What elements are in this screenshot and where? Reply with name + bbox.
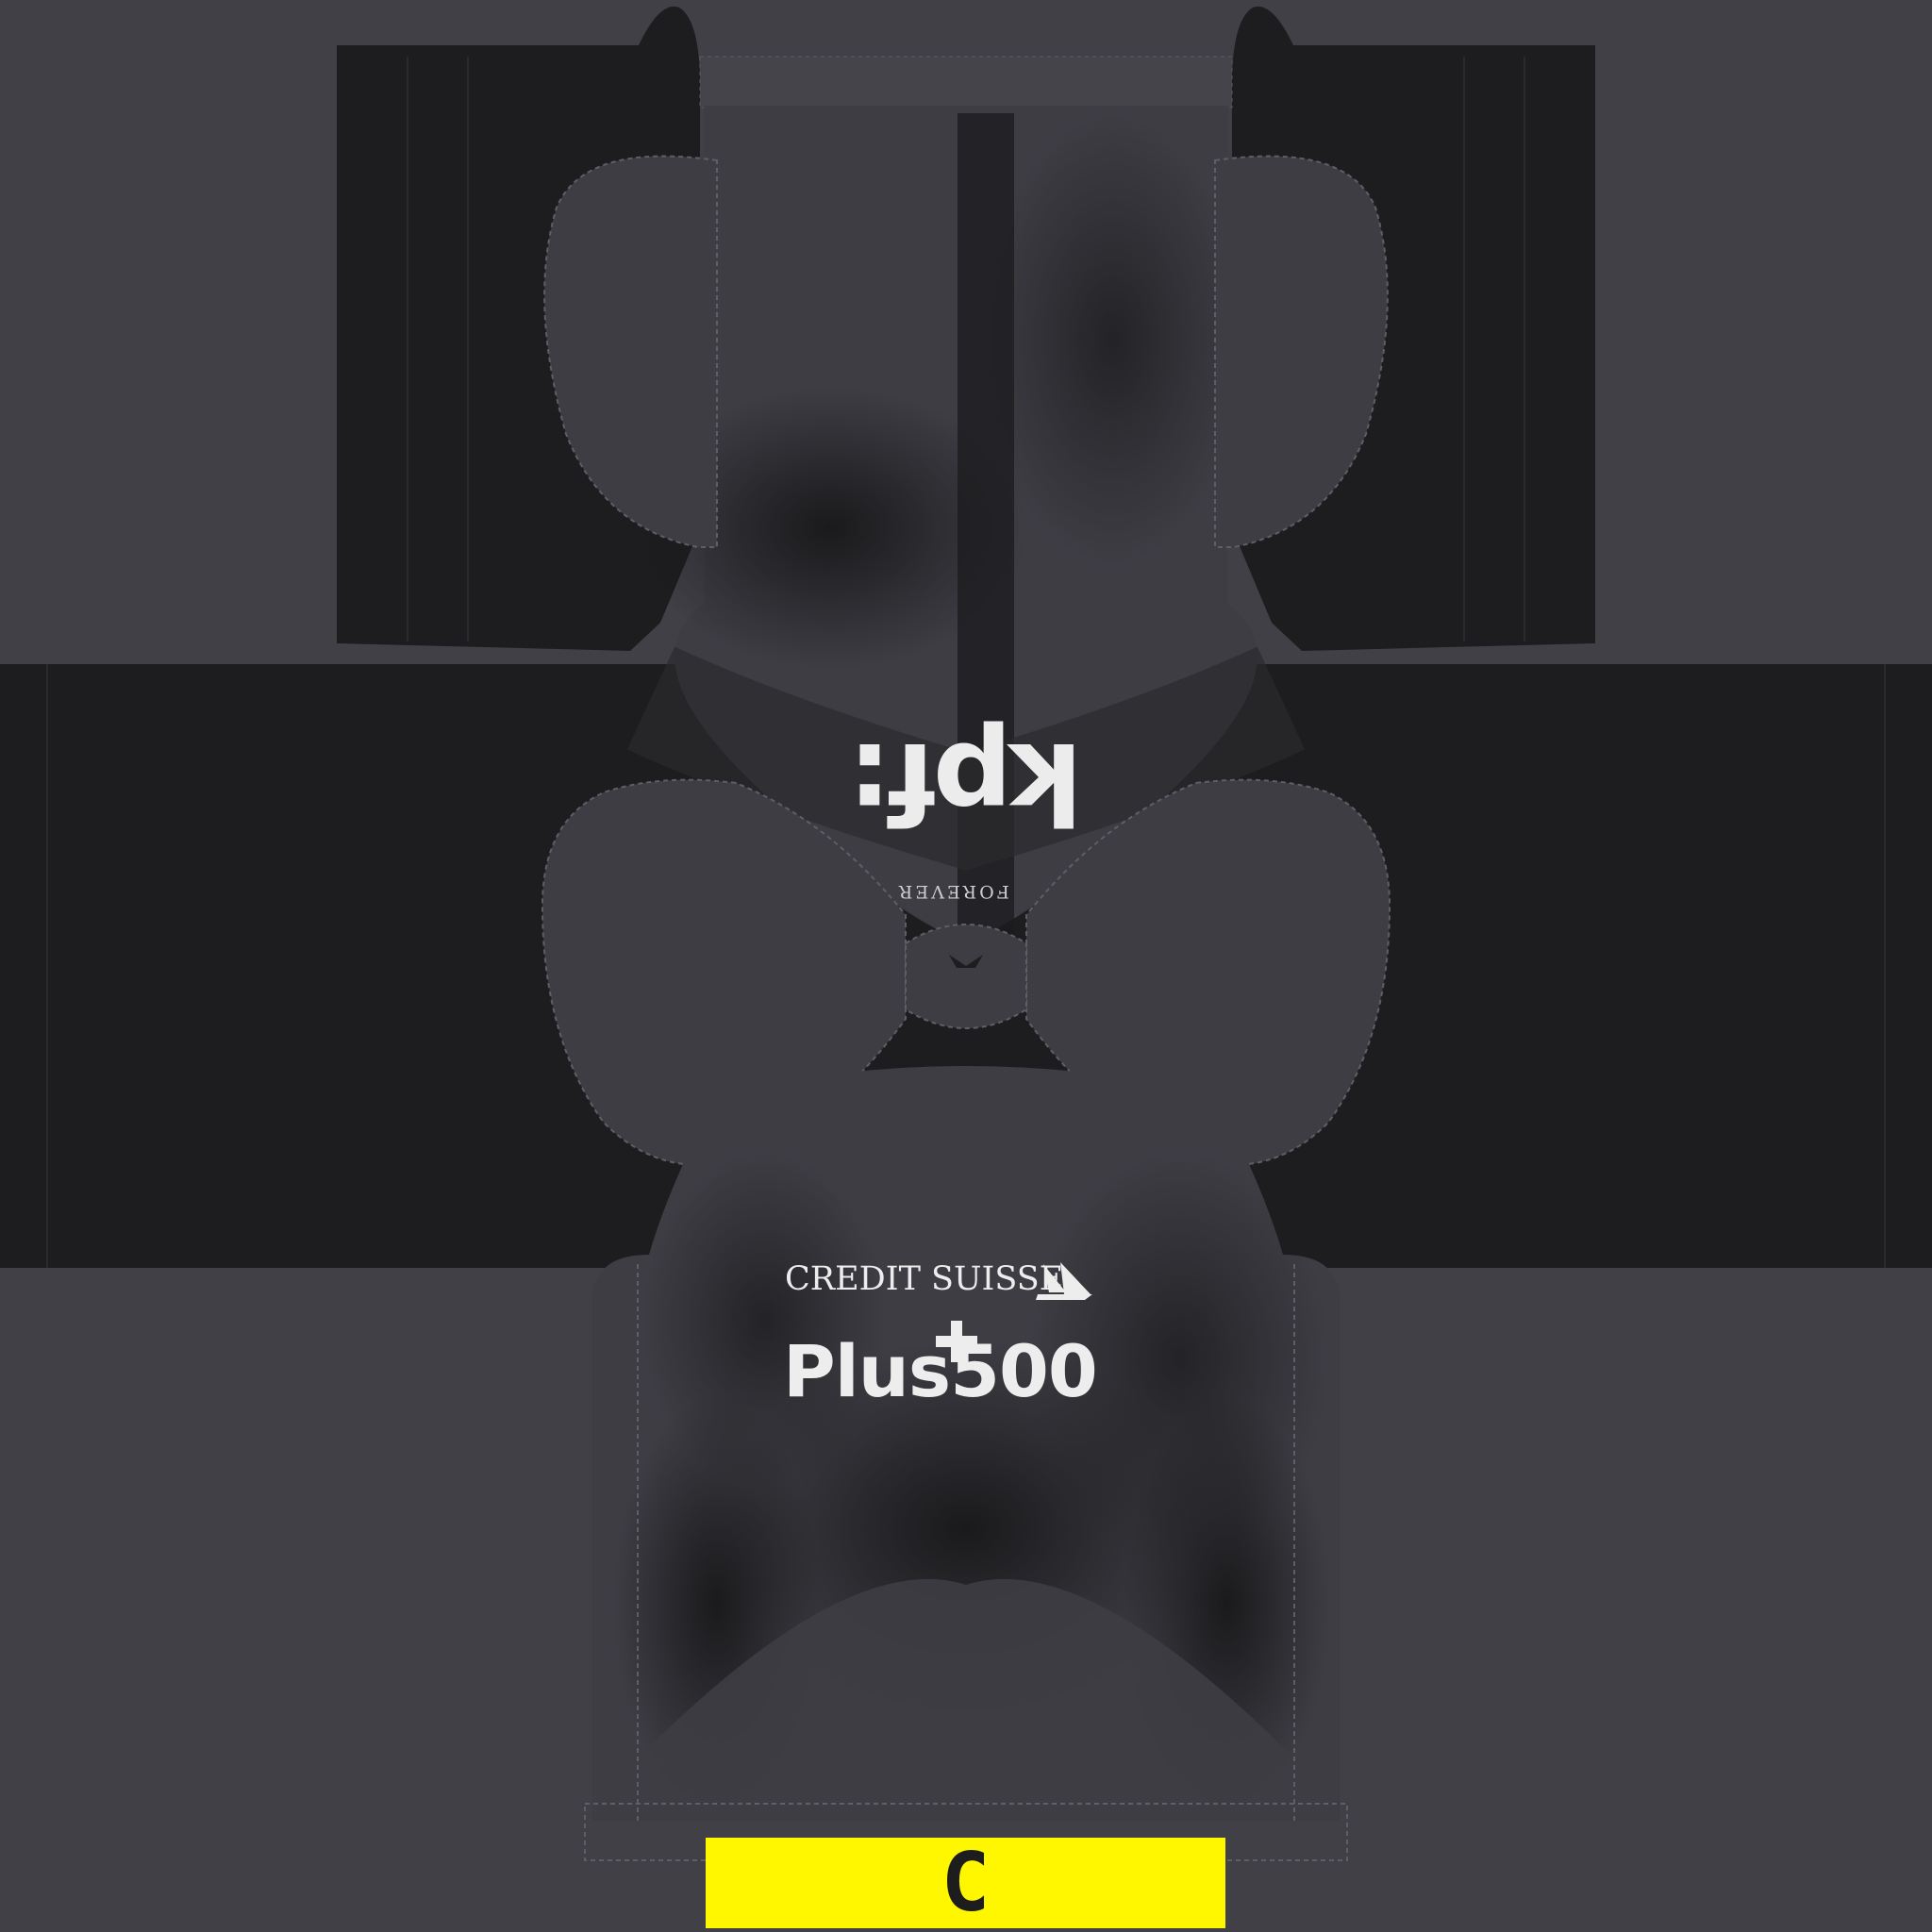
- captain-armband: C: [706, 1838, 1225, 1928]
- front-sponsor-plus500: Plus500: [783, 1329, 1098, 1413]
- back-sponsor-kpf: kpf:: [851, 718, 1083, 848]
- collar-strip: [699, 56, 1233, 108]
- collar-knot: [905, 924, 1027, 1029]
- collar-tag-forever: FOREVER: [896, 881, 1009, 902]
- kit-texture-svg: [0, 0, 1932, 1932]
- front-sponsor-credit-suisse: CREDIT SUISSE: [785, 1260, 1064, 1298]
- back-shade-2: [981, 113, 1245, 566]
- captain-armband-letter: C: [941, 1836, 991, 1930]
- kit-texture-canvas: kpf: FOREVER CREDIT SUISSE Plus500 C: [0, 0, 1932, 1932]
